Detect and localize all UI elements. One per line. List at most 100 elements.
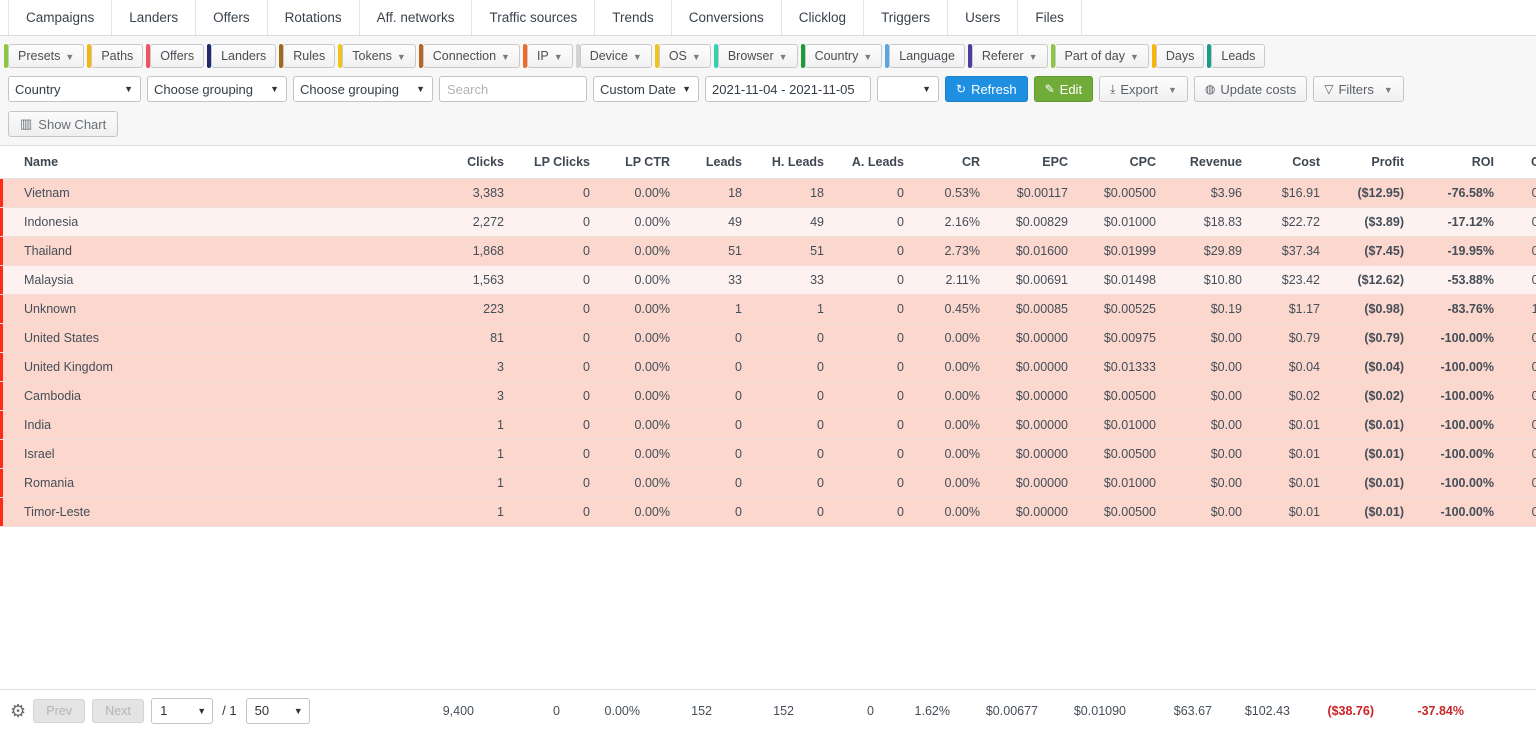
column-header-cpc[interactable]: CPC bbox=[1078, 146, 1166, 179]
table-row[interactable]: Cambodia 3 0 0.00% 0 0 0 0.00% $0.00000 $0.00500 $… bbox=[0, 381, 1536, 411]
cell-cr: 0.00% bbox=[914, 381, 990, 411]
cell-epc: $0.00117 bbox=[990, 178, 1078, 208]
tab-clicklog[interactable]: Clicklog bbox=[780, 0, 865, 35]
table-row[interactable]: Indonesia 2,272 0 0.00% 49 49 0 2.16% $0.00829 $0… bbox=[0, 207, 1536, 237]
table-row[interactable]: Romania 1 0 0.00% 0 0 0 0.00% $0.00000 $0.01000 $0… bbox=[0, 468, 1536, 498]
table-row[interactable]: United States 81 0 0.00% 0 0 0 0.00% $0.00000 $0.… bbox=[0, 323, 1536, 353]
table-row[interactable]: Thailand 1,868 0 0.00% 51 51 0 2.73% $0.01600 $0.… bbox=[0, 236, 1536, 266]
column-header-hleads[interactable]: H. Leads bbox=[752, 146, 834, 179]
preset-button-country[interactable]: Country ▼ bbox=[800, 44, 883, 68]
filters-button[interactable]: ▽ Filters ▼ bbox=[1313, 76, 1404, 102]
preset-button-rules[interactable]: Rules bbox=[279, 44, 336, 68]
cell-leads: 1 bbox=[680, 294, 752, 324]
preset-button-part-of-day[interactable]: Part of day ▼ bbox=[1050, 44, 1149, 68]
tab-landers[interactable]: Landers bbox=[111, 0, 197, 35]
tab-trends[interactable]: Trends bbox=[594, 0, 672, 35]
preset-button-referer[interactable]: Referer ▼ bbox=[967, 44, 1048, 68]
column-header-label: H. Leads bbox=[771, 155, 824, 169]
column-header-name[interactable]: Name bbox=[0, 146, 430, 179]
cell-hleads: 0 bbox=[752, 323, 834, 353]
tab-triggers[interactable]: Triggers bbox=[863, 0, 949, 35]
cell-cpl: 0.00 bbox=[1504, 352, 1536, 382]
table-row[interactable]: India 1 0 0.00% 0 0 0 0.00% $0.00000 $0.01000 $0.0… bbox=[0, 410, 1536, 440]
cell-cpl: 0.00 bbox=[1504, 468, 1536, 498]
cell-hleads: 18 bbox=[752, 178, 834, 208]
column-header-epc[interactable]: EPC bbox=[990, 146, 1078, 179]
cell-cost: $0.79 bbox=[1252, 323, 1330, 353]
gear-icon[interactable]: ⚙ bbox=[10, 702, 26, 720]
column-header-lpctr[interactable]: LP CTR bbox=[600, 146, 680, 179]
table-row[interactable]: Unknown 223 0 0.00% 1 1 0 0.45% $0.00085 $0.00525… bbox=[0, 294, 1536, 324]
page-number-select[interactable]: 1 ▼ bbox=[151, 697, 214, 724]
refresh-button[interactable]: ↻ Refresh bbox=[945, 76, 1028, 102]
table-row[interactable]: United Kingdom 3 0 0.00% 0 0 0 0.00% $0.00000 $0.… bbox=[0, 352, 1536, 382]
column-header-leads[interactable]: Leads bbox=[680, 146, 752, 179]
edit-button[interactable]: ✎ Edit bbox=[1033, 76, 1094, 102]
date-range-value: 2021-11-04 - 2021-11-05 bbox=[712, 81, 855, 97]
column-header-clicks[interactable]: Clicks bbox=[430, 146, 514, 179]
next-page-button[interactable]: Next bbox=[92, 698, 145, 723]
cell-lpclicks: 0 bbox=[514, 352, 600, 382]
preset-color-bar bbox=[1050, 44, 1055, 68]
cell-cpl: 0.73 bbox=[1504, 236, 1536, 266]
cell-lpclicks: 0 bbox=[514, 468, 600, 498]
date-range-input[interactable]: 2021-11-04 - 2021-11-05 bbox=[705, 76, 871, 102]
tab-users[interactable]: Users bbox=[947, 0, 1019, 35]
tab-aff-networks[interactable]: Aff. networks bbox=[358, 0, 473, 35]
cell-revenue: $0.19 bbox=[1166, 294, 1252, 324]
preset-button-browser[interactable]: Browser ▼ bbox=[713, 44, 798, 68]
tab-conversions[interactable]: Conversions bbox=[670, 0, 782, 35]
preset-button-landers[interactable]: Landers bbox=[207, 44, 277, 68]
tab-files[interactable]: Files bbox=[1017, 0, 1082, 35]
preset-button-offers[interactable]: Offers bbox=[146, 44, 205, 68]
export-button[interactable]: ⤓ Export ▼ bbox=[1099, 76, 1188, 102]
cell-clicks: 2,272 bbox=[430, 207, 514, 237]
page-size-select[interactable]: 50 ▼ bbox=[245, 697, 310, 724]
preset-button-leads[interactable]: Leads bbox=[1207, 44, 1266, 68]
cell-epc: $0.00000 bbox=[990, 468, 1078, 498]
update-costs-button[interactable]: ◍ Update costs bbox=[1193, 76, 1308, 102]
show-chart-button[interactable]: ▥ Show Chart bbox=[8, 111, 119, 137]
column-header-cpl[interactable]: CPL bbox=[1504, 146, 1536, 179]
column-header-cost[interactable]: Cost bbox=[1252, 146, 1330, 179]
column-header-label: CR bbox=[961, 155, 980, 169]
preset-button-tokens[interactable]: Tokens ▼ bbox=[338, 44, 416, 68]
column-header-cr[interactable]: CR bbox=[914, 146, 990, 179]
cell-lpctr: 0.00% bbox=[600, 265, 680, 295]
total-roi: -37.84% bbox=[1417, 703, 1464, 718]
preset-button-paths[interactable]: Paths bbox=[87, 44, 144, 68]
prev-label: Prev bbox=[46, 703, 72, 718]
column-header-roi[interactable]: ROI bbox=[1414, 146, 1504, 179]
funnel-icon: ▽ bbox=[1324, 82, 1334, 96]
column-header-lpclicks[interactable]: LP Clicks bbox=[514, 146, 600, 179]
grouping-select-3[interactable]: Choose grouping ▼ bbox=[293, 76, 433, 102]
tab-rotations[interactable]: Rotations bbox=[266, 0, 360, 35]
column-header-profit[interactable]: Profit bbox=[1330, 146, 1414, 179]
column-header-revenue[interactable]: Revenue bbox=[1166, 146, 1252, 179]
preset-button-days[interactable]: Days bbox=[1151, 44, 1205, 68]
tab-traffic-sources[interactable]: Traffic sources bbox=[471, 0, 596, 35]
preset-button-presets[interactable]: Presets ▼ bbox=[4, 44, 85, 68]
table-row[interactable]: Israel 1 0 0.00% 0 0 0 0.00% $0.00000 $0.00500 $0.… bbox=[0, 439, 1536, 469]
cell-leads: 0 bbox=[680, 323, 752, 353]
preset-button-ip[interactable]: IP ▼ bbox=[522, 44, 573, 68]
chevron-down-icon: ▼ bbox=[682, 84, 691, 94]
preset-button-device[interactable]: Device ▼ bbox=[575, 44, 652, 68]
preset-button-language[interactable]: Language bbox=[885, 44, 965, 68]
grouping-select-1[interactable]: Country ▼ bbox=[8, 76, 141, 102]
grouping-select-2[interactable]: Choose grouping ▼ bbox=[147, 76, 287, 102]
tab-campaigns[interactable]: Campaigns bbox=[8, 0, 113, 35]
table-row[interactable]: Vietnam 3,383 0 0.00% 18 18 0 0.53% $0.00117 $0.0… bbox=[0, 178, 1536, 208]
preset-button-os[interactable]: OS ▼ bbox=[654, 44, 711, 68]
preset-color-bar bbox=[207, 44, 212, 68]
prev-page-button[interactable]: Prev bbox=[33, 698, 86, 723]
date-mode-select[interactable]: Custom Date ▼ bbox=[593, 76, 699, 102]
table-row[interactable]: Timor-Leste 1 0 0.00% 0 0 0 0.00% $0.00000 $0.005… bbox=[0, 497, 1536, 527]
extra-select[interactable]: ▼ bbox=[877, 76, 939, 102]
column-header-aleads[interactable]: A. Leads bbox=[834, 146, 914, 179]
preset-button-connection[interactable]: Connection ▼ bbox=[418, 44, 520, 68]
table-row[interactable]: Malaysia 1,563 0 0.00% 33 33 0 2.11% $0.00691 $0.… bbox=[0, 265, 1536, 295]
tab-offers[interactable]: Offers bbox=[195, 0, 268, 35]
cell-cpc: $0.01333 bbox=[1078, 352, 1166, 382]
search-input[interactable] bbox=[439, 76, 587, 102]
